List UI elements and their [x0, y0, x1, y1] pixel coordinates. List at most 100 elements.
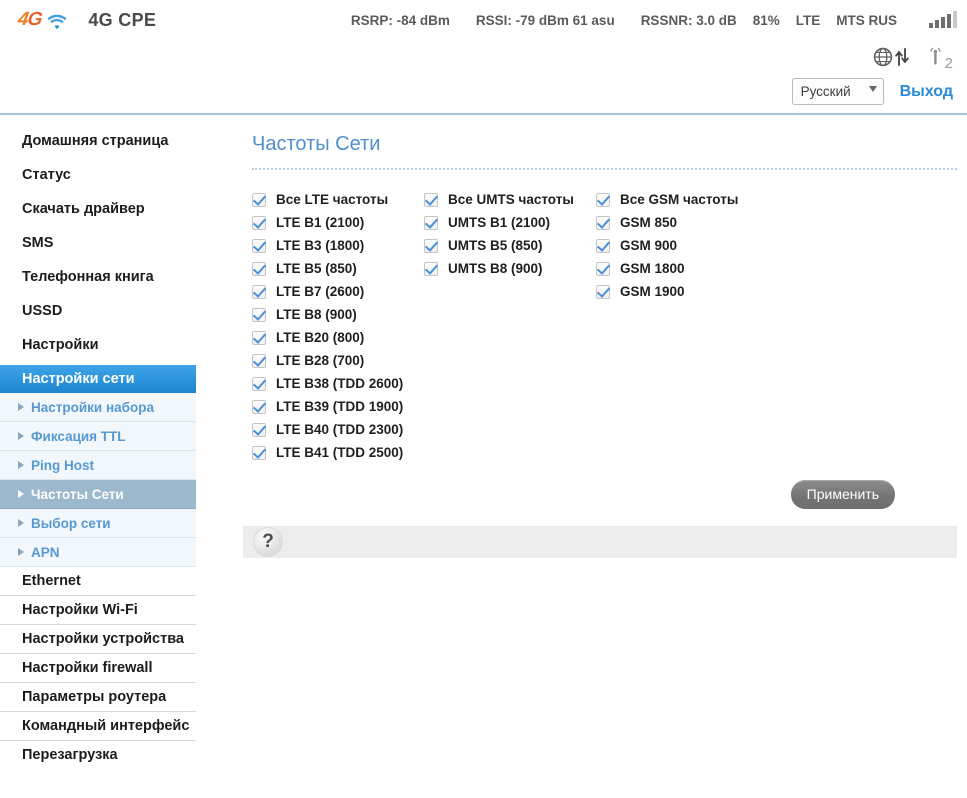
triangle-right-icon	[18, 432, 24, 440]
checkbox-gsm-0[interactable]	[596, 192, 610, 207]
checkbox-lte-9[interactable]	[252, 399, 266, 414]
frequency-label[interactable]: LTE B1 (2100)	[276, 215, 364, 230]
page-title: Частоты Сети	[252, 133, 381, 155]
language-select[interactable]: Русский	[791, 78, 884, 105]
metric-rsrp: RSRP: -84 dBm	[350, 12, 450, 28]
signal-bars-icon	[929, 11, 957, 28]
brand-title: 4G CPE	[88, 9, 157, 30]
frequency-label[interactable]: LTE B38 (TDD 2600)	[276, 376, 403, 391]
frequency-label[interactable]: LTE B8 (900)	[276, 307, 357, 322]
frequency-label[interactable]: LTE B3 (1800)	[276, 238, 364, 253]
metric-network-type: LTE	[795, 12, 821, 28]
frequency-row: UMTS B8 (900)	[424, 257, 596, 280]
sidebar-navigation: Домашняя страница Статус Скачать драйвер SM…	[0, 115, 196, 796]
sidebar-item-1[interactable]: Статус	[0, 161, 196, 190]
lte-frequency-column: Все LTE частоты LTE B1 (2100) LTE B3 (1800…	[252, 188, 424, 464]
frequency-label[interactable]: LTE B28 (700)	[276, 353, 364, 368]
frequency-label[interactable]: GSM 1800	[620, 261, 685, 276]
checkbox-lte-4[interactable]	[252, 284, 266, 299]
checkbox-lte-7[interactable]	[252, 353, 266, 368]
frequency-label[interactable]: Все GSM частоты	[620, 192, 738, 207]
checkbox-lte-8[interactable]	[252, 376, 266, 391]
checkbox-gsm-1[interactable]	[596, 215, 610, 230]
frequency-label[interactable]: Все LTE частоты	[276, 192, 388, 207]
frequency-label[interactable]: UMTS B8 (900)	[448, 261, 543, 276]
frequency-label[interactable]: UMTS B1 (2100)	[448, 215, 550, 230]
apply-button-row: Применить	[196, 480, 895, 509]
help-icon[interactable]: ?	[253, 527, 283, 557]
sidebar-item-16[interactable]: Настройки устройства	[0, 625, 196, 654]
checkbox-lte-10[interactable]	[252, 422, 266, 437]
top-status-bar: 4G 4G CPE RSRP: -84 dBm RSSI: -79 dBm 61…	[0, 0, 967, 40]
frequency-label[interactable]: LTE B5 (850)	[276, 261, 357, 276]
checkbox-gsm-2[interactable]	[596, 238, 610, 253]
metric-rssi: RSSI: -79 dBm 61 asu	[475, 12, 615, 28]
sidebar-subitem-12[interactable]: Выбор сети	[0, 509, 196, 538]
triangle-right-icon	[18, 548, 24, 556]
frequency-row: Все UMTS частоты	[424, 188, 596, 211]
sidebar-subitem-label: Ping Host	[31, 457, 94, 473]
sidebar-item-4[interactable]: Телефонная книга	[0, 263, 196, 292]
checkbox-gsm-3[interactable]	[596, 261, 610, 276]
logo-4g-letter: G	[26, 9, 43, 30]
sidebar-item-20[interactable]: Перезагрузка	[0, 741, 196, 770]
checkbox-umts-2[interactable]	[424, 238, 438, 253]
logout-link[interactable]: Выход	[900, 83, 953, 101]
antenna-count-label: 2	[944, 55, 953, 72]
checkbox-lte-11[interactable]	[252, 445, 266, 460]
frequency-row: Все GSM частоты	[596, 188, 768, 211]
globe-transfer-group[interactable]	[872, 46, 909, 73]
checkbox-lte-0[interactable]	[252, 192, 266, 207]
sidebar-subitem-label: Настройки набора	[31, 399, 154, 415]
checkbox-lte-1[interactable]	[252, 215, 266, 230]
triangle-right-icon	[18, 403, 24, 411]
sidebar-item-17[interactable]: Настройки firewall	[0, 654, 196, 683]
frequency-label[interactable]: GSM 850	[620, 215, 677, 230]
sidebar-item-0[interactable]: Домашняя страница	[0, 127, 196, 156]
frequency-row: LTE B41 (TDD 2500)	[252, 441, 424, 464]
header-secondary-row: 2 Русский Выход	[0, 40, 967, 115]
sidebar-subitem-9[interactable]: Фиксация TTL	[0, 422, 196, 451]
frequency-label[interactable]: Все UMTS частоты	[448, 192, 574, 207]
antenna-status-group[interactable]: 2	[927, 47, 953, 72]
checkbox-lte-6[interactable]	[252, 330, 266, 345]
frequency-label[interactable]: UMTS B5 (850)	[448, 238, 543, 253]
frequency-label[interactable]: LTE B20 (800)	[276, 330, 364, 345]
sidebar-item-15[interactable]: Настройки Wi-Fi	[0, 596, 196, 625]
frequency-row: LTE B40 (TDD 2300)	[252, 418, 424, 441]
sidebar-subitem-13[interactable]: APN	[0, 538, 196, 567]
status-metrics: RSRP: -84 dBm RSSI: -79 dBm 61 asu RSSNR…	[350, 11, 957, 28]
sidebar-item-7[interactable]: Настройки сети	[0, 365, 196, 393]
sidebar-item-6[interactable]: Настройки	[0, 331, 196, 360]
frequency-label[interactable]: LTE B41 (TDD 2500)	[276, 445, 403, 460]
frequency-row: LTE B8 (900)	[252, 303, 424, 326]
checkbox-lte-3[interactable]	[252, 261, 266, 276]
frequency-label[interactable]: GSM 900	[620, 238, 677, 253]
frequency-label[interactable]: LTE B40 (TDD 2300)	[276, 422, 403, 437]
checkbox-umts-1[interactable]	[424, 215, 438, 230]
frequency-label[interactable]: GSM 1900	[620, 284, 685, 299]
sidebar-subitem-11[interactable]: Частоты Сети	[0, 480, 196, 509]
sidebar-subitem-8[interactable]: Настройки набора	[0, 393, 196, 422]
sidebar-subitem-10[interactable]: Ping Host	[0, 451, 196, 480]
frequency-row: UMTS B1 (2100)	[424, 211, 596, 234]
checkbox-umts-0[interactable]	[424, 192, 438, 207]
frequency-row: LTE B38 (TDD 2600)	[252, 372, 424, 395]
sidebar-item-2[interactable]: Скачать драйвер	[0, 195, 196, 224]
checkbox-lte-5[interactable]	[252, 307, 266, 322]
apply-button[interactable]: Применить	[790, 480, 895, 509]
sidebar-item-19[interactable]: Командный интерфейс	[0, 712, 196, 741]
frequency-row: GSM 850	[596, 211, 768, 234]
sidebar-item-3[interactable]: SMS	[0, 229, 196, 258]
sidebar-item-5[interactable]: USSD	[0, 297, 196, 326]
umts-frequency-column: Все UMTS частоты UMTS B1 (2100) UMTS B5 (8…	[424, 188, 596, 464]
frequency-label[interactable]: LTE B39 (TDD 1900)	[276, 399, 403, 414]
sidebar-subitem-label: Частоты Сети	[31, 486, 124, 502]
sidebar-item-18[interactable]: Параметры роутера	[0, 683, 196, 712]
frequency-label[interactable]: LTE B7 (2600)	[276, 284, 364, 299]
checkbox-gsm-4[interactable]	[596, 284, 610, 299]
checkbox-umts-3[interactable]	[424, 261, 438, 276]
sidebar-item-14[interactable]: Ethernet	[0, 567, 196, 596]
main-content: Частоты Сети Все LTE частоты LTE B1 (2100…	[196, 115, 967, 796]
checkbox-lte-2[interactable]	[252, 238, 266, 253]
